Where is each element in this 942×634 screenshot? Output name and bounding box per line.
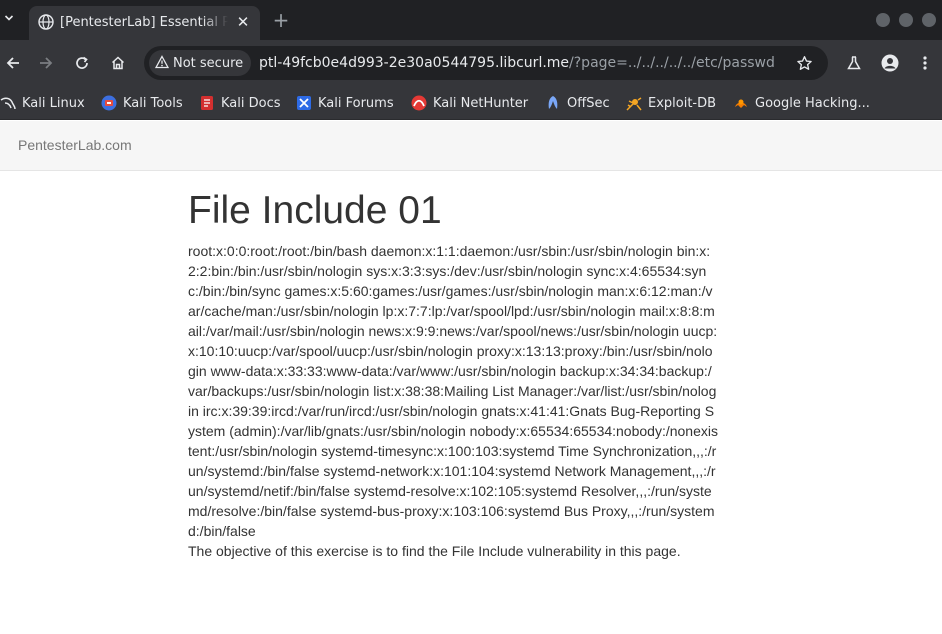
- bookmark-google-hacking[interactable]: Google Hacking...: [733, 92, 870, 114]
- kali-dragon-icon: [0, 95, 16, 111]
- minimize-button[interactable]: [876, 13, 890, 27]
- tab-active[interactable]: [PentesterLab] Essential PHP Security ✕: [29, 6, 260, 40]
- bookmark-kali-tools[interactable]: Kali Tools: [101, 92, 183, 114]
- address-bar[interactable]: Not secure ptl-49fcb0e4d993-2e30a0544795…: [144, 46, 828, 80]
- bookmark-kali-linux[interactable]: Kali Linux: [0, 92, 85, 114]
- bookmark-star-icon[interactable]: [794, 53, 814, 73]
- bookmark-label: Google Hacking...: [755, 95, 870, 111]
- maximize-button[interactable]: [899, 13, 913, 27]
- labs-flask-icon[interactable]: [841, 50, 867, 76]
- tab-close-icon[interactable]: ✕: [234, 13, 252, 31]
- warning-icon: [154, 54, 170, 73]
- security-chip-label: Not secure: [173, 55, 244, 71]
- browser-toolbar: Not secure ptl-49fcb0e4d993-2e30a0544795…: [0, 40, 942, 86]
- tab-title: [PentesterLab] Essential PHP Security: [60, 15, 228, 30]
- tab-search-chevron-icon[interactable]: [0, 8, 18, 32]
- bookmarks-bar: Kali Linux Kali Tools Kali Docs Kali For…: [0, 86, 942, 120]
- bookmark-label: Kali Tools: [123, 95, 183, 111]
- bookmark-kali-nethunter[interactable]: Kali NetHunter: [411, 92, 528, 114]
- included-file-output: root:x:0:0:root:/root:/bin/bash daemon:x…: [188, 243, 718, 539]
- exercise-objective: The objective of this exercise is to fin…: [188, 543, 681, 559]
- main-content: File Include 01 root:x:0:0:root:/root:/b…: [188, 186, 718, 561]
- exploit-db-icon: [626, 95, 642, 111]
- home-icon[interactable]: [105, 50, 131, 76]
- bookmark-kali-docs[interactable]: Kali Docs: [199, 92, 281, 114]
- bookmark-label: Kali Linux: [22, 95, 85, 111]
- offsec-icon: [545, 95, 561, 111]
- site-header: PentesterLab.com: [0, 121, 942, 171]
- tab-strip: [PentesterLab] Essential PHP Security ✕ …: [0, 0, 942, 40]
- kali-docs-icon: [199, 95, 215, 111]
- page-title: File Include 01: [188, 189, 442, 232]
- globe-icon: [37, 13, 55, 31]
- bookmark-label: Kali Forums: [318, 95, 394, 111]
- brand-link[interactable]: PentesterLab.com: [18, 137, 132, 153]
- url-host: ptl-49fcb0e4d993-2e30a0544795.libcurl.me: [259, 55, 570, 71]
- bookmark-label: OffSec: [567, 95, 610, 111]
- bookmark-exploit-db[interactable]: Exploit-DB: [626, 92, 716, 114]
- bookmark-label: Kali NetHunter: [433, 95, 529, 111]
- profile-avatar-icon[interactable]: [877, 50, 903, 76]
- url-path: /?page=../../../../../etc/passwd: [569, 55, 775, 71]
- bookmark-offsec[interactable]: OffSec: [545, 92, 610, 114]
- new-tab-button[interactable]: +: [270, 9, 292, 31]
- back-arrow-icon[interactable]: [0, 50, 26, 76]
- forward-arrow-icon[interactable]: [33, 50, 59, 76]
- reload-icon[interactable]: [69, 50, 95, 76]
- bookmark-label: Exploit-DB: [648, 95, 717, 111]
- kebab-menu-icon[interactable]: [912, 50, 938, 76]
- security-chip[interactable]: Not secure: [149, 50, 252, 76]
- ghdb-icon: [733, 95, 749, 111]
- close-window-button[interactable]: [922, 13, 936, 27]
- kali-forums-icon: [296, 95, 312, 111]
- kali-tools-icon: [101, 95, 117, 111]
- bookmark-kali-forums[interactable]: Kali Forums: [296, 92, 394, 114]
- url-text[interactable]: ptl-49fcb0e4d993-2e30a0544795.libcurl.me…: [259, 54, 775, 72]
- nethunter-icon: [411, 95, 427, 111]
- bookmark-label: Kali Docs: [221, 95, 281, 111]
